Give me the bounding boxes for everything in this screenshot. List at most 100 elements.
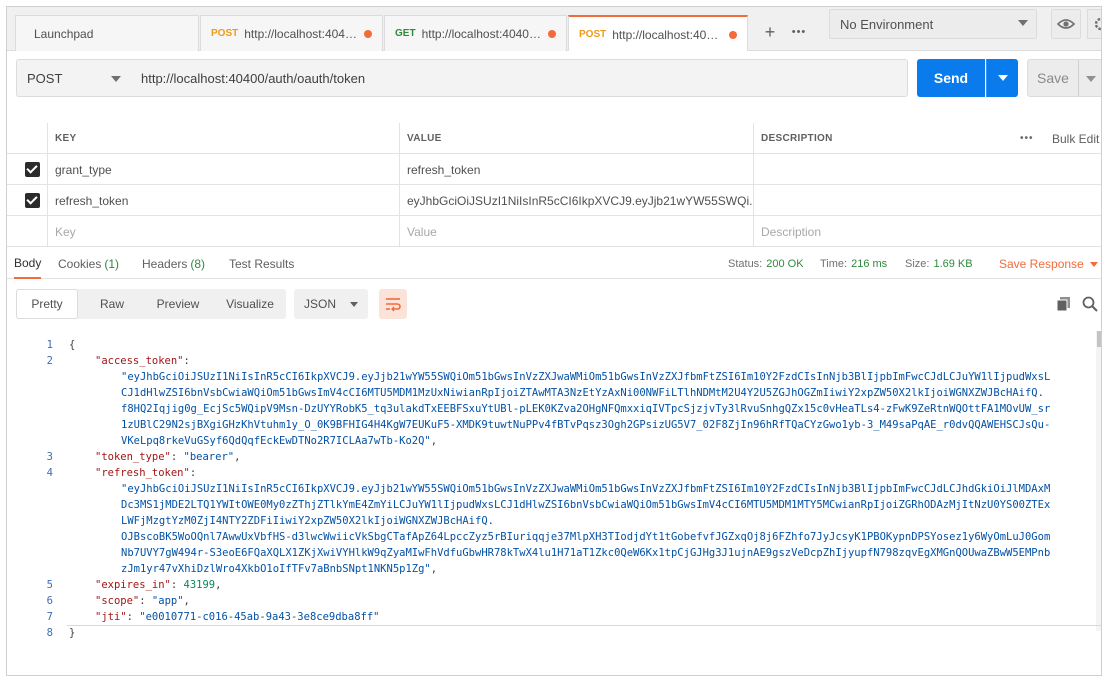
tab-headers[interactable]: Headers (8): [142, 249, 205, 279]
environment-settings-button[interactable]: [1087, 9, 1101, 39]
tab-post-request-1[interactable]: POST http://localhost:40400...: [200, 15, 383, 51]
tab-get-request[interactable]: GET http://localhost:40400/...: [384, 15, 567, 51]
http-method-value: POST: [27, 70, 63, 86]
param-enabled-checkbox[interactable]: [25, 162, 40, 177]
code-token-key: "expires_in": [95, 579, 171, 591]
params-table: KEY VALUE DESCRIPTION ••• Bulk Edit gran…: [7, 123, 1101, 247]
mode-pretty-button[interactable]: Pretty: [16, 289, 78, 319]
environment-quick-look-button[interactable]: [1051, 9, 1081, 39]
code-line: "jti": "e0010771-c016-45ab-9a43-3e8ce9db…: [95, 609, 379, 625]
save-response-button[interactable]: Save Response: [999, 249, 1098, 279]
response-body-code[interactable]: 1 {2 "access_token": "eyJhbGciOiJSUzI1NiIsI…: [7, 331, 1101, 641]
tab-options-more-icon[interactable]: •••: [787, 21, 811, 43]
params-header-row: KEY VALUE DESCRIPTION ••• Bulk Edit: [7, 123, 1101, 154]
code-token-text: ,: [430, 563, 438, 575]
tab-method: POST: [579, 29, 607, 40]
send-options-button[interactable]: [986, 59, 1018, 97]
code-token-text: :: [139, 595, 152, 607]
http-method-select[interactable]: POST: [16, 59, 132, 97]
mode-preview-button[interactable]: Preview: [144, 289, 212, 319]
param-key-input[interactable]: refresh_token: [47, 185, 399, 216]
param-enabled-checkbox[interactable]: [25, 193, 40, 208]
response-tabs: Body Cookies (1) Headers (8) Test Result…: [7, 249, 1101, 279]
unsaved-dot-icon: [729, 30, 737, 39]
chevron-down-icon: [350, 302, 358, 307]
save-response-label: Save Response: [999, 257, 1084, 271]
time-value: 216 ms: [851, 258, 888, 270]
code-token-key: "access_token": [95, 355, 184, 367]
size-value: 1.69 KB: [933, 258, 973, 270]
code-line: OJBscoBK5WoOQnl7AwwUxVbfHS-d3lwcWwiicVkS…: [121, 529, 1050, 545]
send-button[interactable]: Send: [917, 59, 985, 97]
new-param-value-input[interactable]: Value: [399, 216, 753, 247]
wrap-lines-button[interactable]: [379, 289, 407, 319]
code-line: f8HQ2Iqjig0g_EcjSc5WQipV9Msn-DzUYYRobK5_…: [121, 401, 1050, 417]
tab-cookies[interactable]: Cookies (1): [58, 249, 119, 279]
code-token-str2: "bearer": [183, 451, 235, 463]
status-value: 200 OK: [766, 258, 804, 270]
code-line: Nb7UVY7gW494r-S3eoE6FQaXQLX1ZKjXwiVYHlkW…: [121, 545, 1050, 561]
param-description-input[interactable]: [753, 154, 1101, 185]
column-header-value: VALUE: [399, 123, 753, 154]
tab-label: http://localhost:40400...: [612, 27, 723, 42]
code-token-str: CJ1dHlwZSI6bnVsbCwiaWQiOm51bGwsImV4cCI6M…: [121, 387, 1044, 399]
request-url-input[interactable]: http://localhost:40400/auth/oauth/token: [131, 59, 908, 97]
chevron-down-icon: [998, 75, 1008, 81]
param-row: refresh_token eyJhbGciOiJSUzI1NiIsInR5cC…: [7, 185, 1101, 216]
code-line: "token_type": "bearer",: [95, 449, 240, 465]
code-line: LWFjMzgtYzM0ZjI4NTY2ZDFiIiwiY2xpZW50X2lk…: [121, 513, 494, 529]
code-token-key: "jti": [95, 611, 127, 623]
code-line: {: [69, 337, 75, 353]
save-options-button[interactable]: [1078, 59, 1101, 97]
tab-label: http://localhost:40400...: [244, 26, 358, 41]
line-number: 5: [46, 579, 53, 591]
bulk-edit-link[interactable]: Bulk Edit: [1045, 123, 1101, 154]
code-line: "eyJhbGciOiJSUzI1NiIsInR5cCI6IkpXVCJ9.ey…: [121, 481, 1050, 497]
mode-visualize-button[interactable]: Visualize: [214, 289, 286, 319]
scrollbar-thumb[interactable]: [1097, 331, 1101, 347]
copy-icon[interactable]: [1055, 295, 1073, 313]
params-more-icon[interactable]: •••: [1013, 123, 1043, 154]
language-select[interactable]: JSON: [294, 289, 368, 319]
code-line: 1zUBlC29N2sjBXgiGHzKhVtuhm1y_O_0K9BFHIG4…: [121, 417, 1050, 433]
code-line: Dc3MS1jMDE2LTQ1YWItOWE0My0zZThjZTlkYmE4Z…: [121, 497, 1050, 513]
code-token-tail: ,: [183, 595, 190, 607]
code-token-text: ,: [430, 435, 438, 447]
tab-label: Cookies: [58, 257, 102, 271]
code-token-str: "eyJhbGciOiJSUzI1NiIsInR5cCI6IkpXVCJ9.ey…: [121, 483, 1051, 495]
new-param-description-input[interactable]: Description: [753, 216, 1101, 247]
request-bar: POST http://localhost:40400/auth/oauth/t…: [7, 51, 1101, 107]
param-key-input[interactable]: grant_type: [47, 154, 399, 185]
request-url-value: http://localhost:40400/auth/oauth/token: [141, 70, 366, 86]
code-line: CJ1dHlwZSI6bnVsbCwiaWQiOm51bGwsImV4cCI6M…: [121, 385, 1044, 401]
app-window: Launchpad POST http://localhost:40400...…: [6, 6, 1102, 676]
tab-post-request-active[interactable]: POST http://localhost:40400...: [568, 15, 748, 52]
code-scrollbar[interactable]: [1096, 331, 1101, 631]
new-tab-plus-icon[interactable]: +: [759, 21, 781, 43]
response-size: Size: 1.69 KB: [905, 249, 973, 279]
code-token-str: f8HQ2Iqjig0g_EcjSc5WQipV9Msn-DzUYYRobK5_…: [121, 403, 1051, 415]
save-button[interactable]: Save: [1027, 59, 1079, 97]
param-value-input[interactable]: refresh_token: [399, 154, 753, 185]
current-line-highlight: [67, 625, 1101, 626]
tab-test-results[interactable]: Test Results: [229, 249, 294, 279]
tab-launchpad[interactable]: Launchpad: [15, 15, 199, 51]
search-icon[interactable]: [1081, 295, 1099, 313]
param-row: grant_type refresh_token: [7, 154, 1101, 185]
line-number: 1: [46, 339, 53, 351]
code-line: VKeLpq8rkeVuGSyf6QdQqfEckEwDTNo2R7ICLAa7…: [121, 433, 437, 449]
param-value-input[interactable]: eyJhbGciOiJSUzI1NiIsInR5cCI6IkpXVCJ9.eyJ…: [399, 185, 753, 216]
environment-select[interactable]: No Environment: [829, 9, 1037, 39]
mode-raw-button[interactable]: Raw: [82, 289, 142, 319]
code-token-text: :: [126, 611, 140, 623]
code-token-key: "scope": [95, 595, 140, 607]
line-number: 8: [46, 627, 53, 639]
new-param-key-input[interactable]: Key: [47, 216, 399, 247]
request-tab-bar: Launchpad POST http://localhost:40400...…: [7, 7, 1101, 52]
tab-method: POST: [211, 28, 239, 39]
code-token-str: zJm1yr47vXhiDzlWro4XkbO1oIfTFv7aBnbSNpt1…: [121, 563, 431, 575]
code-token-text: :: [189, 467, 197, 479]
code-token-str: Dc3MS1jMDE2LTQ1YWItOWE0My0zZThjZTlkYmE4Z…: [121, 499, 1051, 511]
tab-body[interactable]: Body: [14, 249, 42, 279]
param-description-input[interactable]: [753, 185, 1101, 216]
